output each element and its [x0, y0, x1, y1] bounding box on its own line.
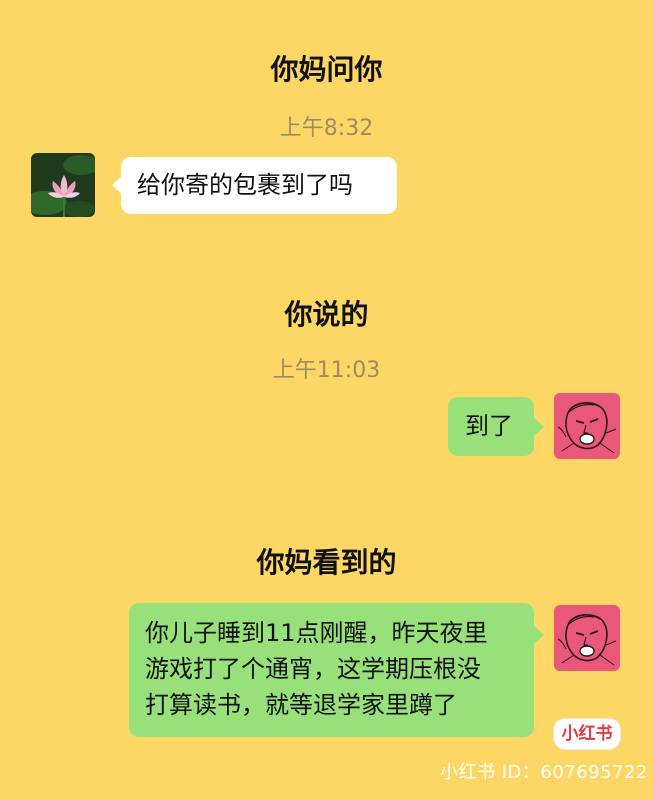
message-line: 你儿子睡到11点刚醒，昨天夜里: [145, 619, 488, 647]
section-heading-mom-asks: 你妈问你: [270, 53, 383, 86]
message-line: 打算读书，就等退学家里蹲了: [145, 691, 457, 719]
son-avatar[interactable]: [554, 605, 620, 671]
timestamp: 上午11:03: [272, 358, 381, 383]
section-heading-mom-saw: 你妈看到的: [256, 546, 397, 579]
timestamp: 上午8:32: [279, 116, 374, 141]
bubble-tail: [534, 626, 544, 644]
bubble-tail: [534, 418, 544, 436]
sketch-face-avatar-icon: [554, 605, 620, 671]
message-bubble-reply[interactable]: 到了: [448, 397, 534, 456]
watermark-id: 小红书 ID：607695722: [440, 762, 648, 783]
message-line: 游戏打了个通宵，这学期压根没: [145, 655, 481, 683]
section-heading-you-said: 你说的: [284, 298, 369, 331]
message-bubble-question[interactable]: 给你寄的包裹到了吗: [121, 157, 397, 214]
sketch-face-avatar-icon: [554, 393, 620, 459]
xiaohongshu-logo: 小红书: [553, 718, 621, 750]
lotus-avatar-icon: [31, 153, 95, 217]
mom-avatar[interactable]: [31, 153, 95, 217]
message-bubble-mom-saw[interactable]: 你儿子睡到11点刚醒，昨天夜里 游戏打了个通宵，这学期压根没 打算读书，就等退学…: [129, 603, 534, 737]
son-avatar[interactable]: [554, 393, 620, 459]
